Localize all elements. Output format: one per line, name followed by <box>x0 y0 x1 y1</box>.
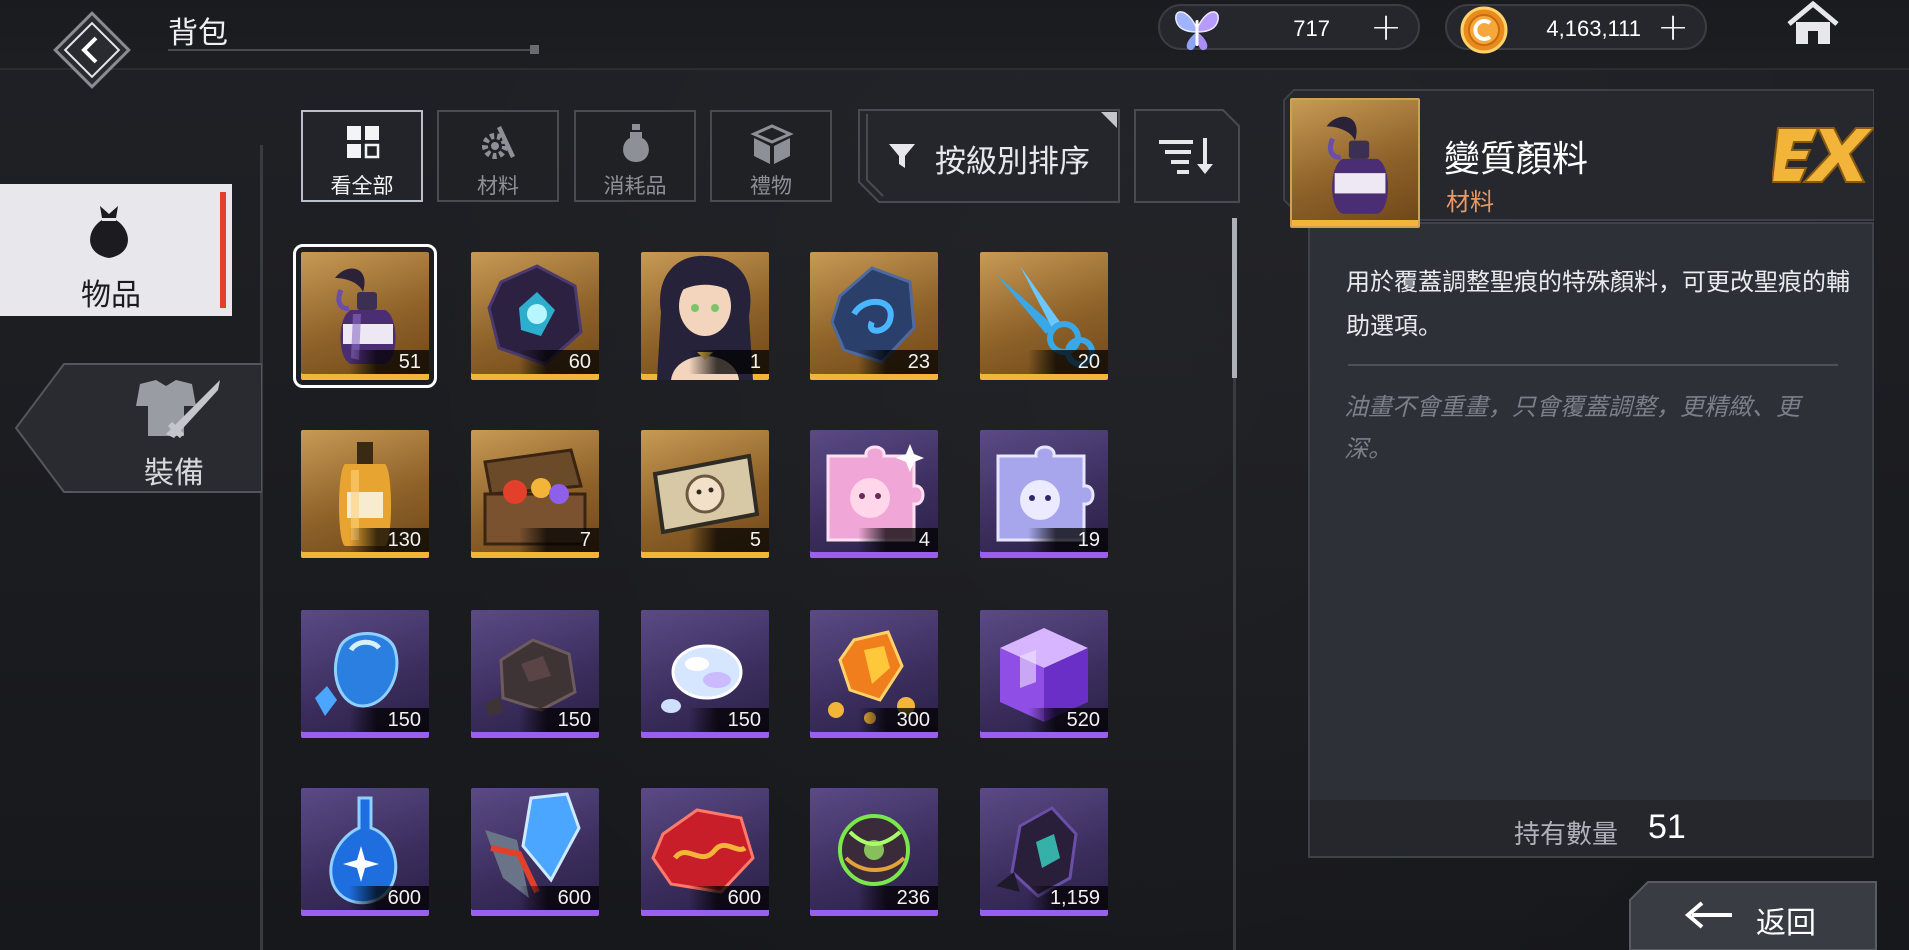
item-slot[interactable]: 236 <box>810 788 938 916</box>
item-count: 520 <box>1066 709 1100 731</box>
detail-item-thumbnail <box>1290 98 1420 228</box>
title-underline <box>168 49 538 51</box>
return-button-frame <box>1629 881 1877 950</box>
item-count: 150 <box>387 709 421 731</box>
filter-consumables-label: 消耗品 <box>603 174 667 198</box>
item-count: 20 <box>1077 351 1100 373</box>
butterfly-icon <box>1175 11 1219 51</box>
sort-by-rank-label: 按級別排序 <box>935 144 1090 180</box>
rank-ex-badge <box>1772 127 1874 183</box>
armor-sword-icon <box>136 380 220 439</box>
item-count: 236 <box>896 887 930 909</box>
item-count: 600 <box>557 887 591 909</box>
return-button[interactable]: 返回 <box>1628 880 1878 950</box>
grid-scrollbar-thumb[interactable] <box>1232 218 1237 378</box>
detail-flavor-text: 油畫不會重畫，只會覆蓋調整，更精緻、更深。 <box>1344 393 1800 463</box>
bag-icon <box>90 206 128 258</box>
add-butterfly-button[interactable]: + <box>1366 8 1406 48</box>
item-slot[interactable]: 7 <box>471 430 599 558</box>
item-slot[interactable]: 150 <box>301 610 429 738</box>
currency-butterfly-value: 717 <box>1293 16 1330 41</box>
return-button-label: 返回 <box>1756 906 1816 941</box>
sort-by-rank-button[interactable]: 按級別排序 <box>857 108 1121 204</box>
potion-icon <box>623 124 649 162</box>
filter-consumables[interactable]: 消耗品 <box>574 110 696 202</box>
item-slot[interactable]: 20 <box>980 252 1108 380</box>
category-tab-items[interactable]: 物品 <box>0 184 232 316</box>
filter-gifts[interactable]: 禮物 <box>710 110 832 202</box>
filter-all[interactable]: 看全部 <box>301 110 423 202</box>
currency-gold: 4,163,111 + <box>1445 4 1707 54</box>
title-underline-dot <box>530 45 539 54</box>
detail-item-type: 材料 <box>1446 188 1494 216</box>
gold-coin-icon <box>1460 6 1508 54</box>
gear-tools-icon <box>482 126 515 159</box>
left-rail-divider <box>260 145 263 950</box>
item-count: 60 <box>568 351 591 373</box>
back-button[interactable] <box>52 10 132 90</box>
item-slot[interactable]: 520 <box>980 610 1108 738</box>
detail-item-name: 變質顏料 <box>1444 139 1589 180</box>
item-count: 7 <box>579 529 591 551</box>
add-gold-button[interactable]: + <box>1653 8 1693 48</box>
item-count: 150 <box>557 709 591 731</box>
item-count: 150 <box>727 709 761 731</box>
item-slot[interactable]: 150 <box>641 610 769 738</box>
item-count: 5 <box>749 529 761 551</box>
item-count: 19 <box>1077 529 1100 551</box>
grid-icon <box>347 126 380 159</box>
gift-box-icon <box>750 124 794 164</box>
item-slot[interactable]: 600 <box>471 788 599 916</box>
detail-description: 用於覆蓋調整聖痕的特殊顏料，可更改聖痕的輔助選項。 <box>1346 268 1850 340</box>
item-count: 600 <box>387 887 421 909</box>
active-tab-indicator <box>220 192 226 308</box>
filter-gifts-label: 禮物 <box>750 174 792 198</box>
item-slot[interactable]: 23 <box>810 252 938 380</box>
filter-all-label: 看全部 <box>330 174 394 198</box>
owned-count-value: 51 <box>1648 808 1686 846</box>
sort-descending-icon <box>1159 138 1213 174</box>
item-slot[interactable]: 4 <box>810 430 938 558</box>
detail-divider <box>1348 364 1838 366</box>
item-count: 130 <box>387 529 421 551</box>
item-count: 1 <box>749 351 761 373</box>
item-count: 600 <box>727 887 761 909</box>
item-slot[interactable]: 1,159 <box>980 788 1108 916</box>
category-tab-equipment-label: 裝備 <box>144 456 204 491</box>
item-count: 1,159 <box>1049 887 1100 909</box>
item-count: 4 <box>918 529 930 551</box>
item-slot[interactable]: 60 <box>471 252 599 380</box>
currency-butterfly: 717 + <box>1158 4 1420 51</box>
home-icon[interactable] <box>1785 0 1841 50</box>
item-slot[interactable]: 19 <box>980 430 1108 558</box>
category-tab-items-label: 物品 <box>81 278 141 313</box>
item-slot[interactable]: 600 <box>641 788 769 916</box>
item-slot[interactable]: 1 <box>641 252 769 380</box>
item-slot[interactable]: 5 <box>641 430 769 558</box>
item-slot[interactable]: 300 <box>810 610 938 738</box>
item-slot[interactable]: 130 <box>301 430 429 558</box>
filter-materials[interactable]: 材料 <box>437 110 559 202</box>
category-tab-equipment[interactable]: 裝備 <box>14 362 262 494</box>
item-count: 300 <box>896 709 930 731</box>
item-slot[interactable]: 150 <box>471 610 599 738</box>
ink-bottle-icon <box>1326 116 1388 214</box>
currency-gold-value: 4,163,111 <box>1546 16 1641 41</box>
filter-funnel-icon <box>889 144 915 168</box>
arrow-left-icon <box>1684 901 1732 929</box>
item-slot[interactable]: 51 <box>293 244 437 388</box>
sort-order-button[interactable] <box>1133 108 1241 204</box>
item-count: 23 <box>907 351 930 373</box>
item-count: 51 <box>398 351 421 373</box>
page-title: 背包 <box>168 16 228 51</box>
item-slot[interactable]: 600 <box>301 788 429 916</box>
owned-count-label: 持有數量 <box>1514 820 1619 850</box>
filter-materials-label: 材料 <box>477 174 519 198</box>
